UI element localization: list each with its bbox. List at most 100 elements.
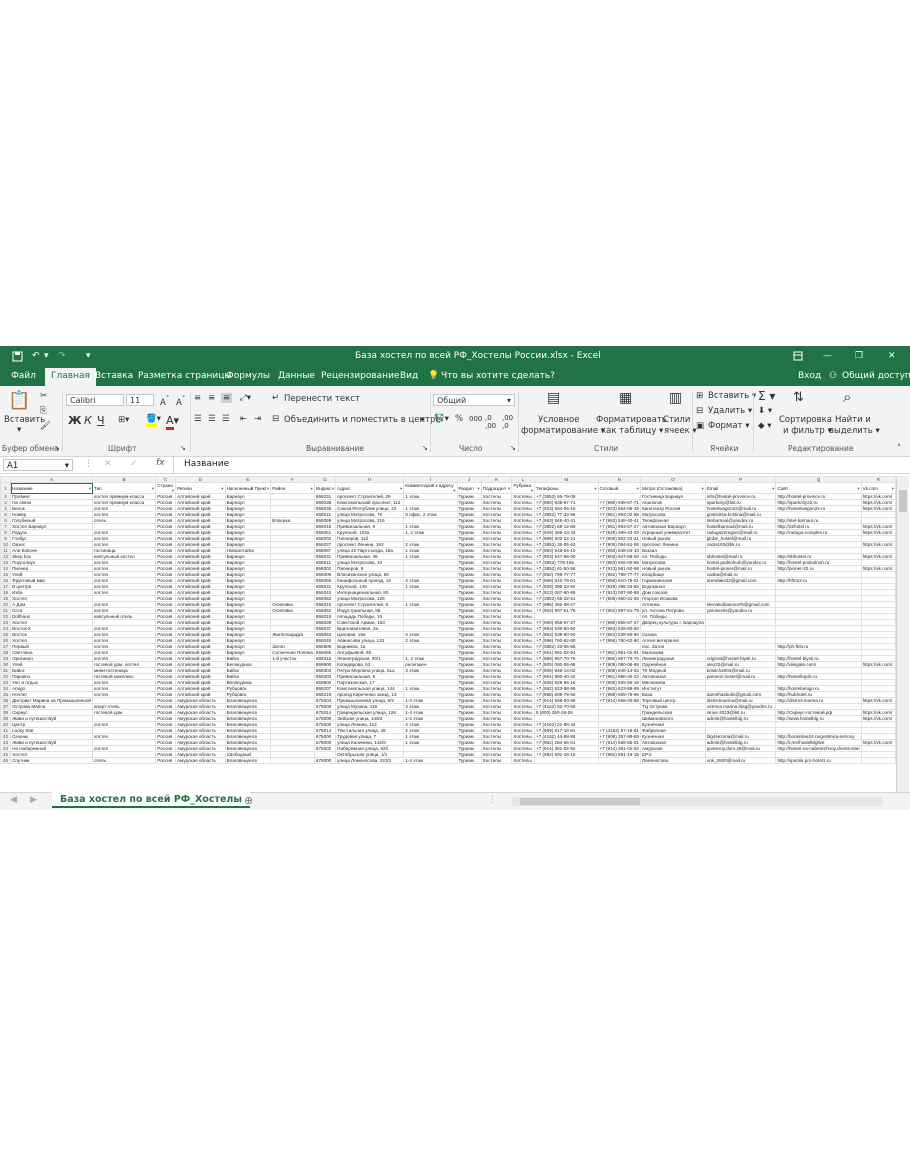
format-as-table-button[interactable]: Форматировать: [596, 415, 667, 425]
table-cell[interactable]: Хостелы: [511, 667, 536, 674]
table-cell[interactable]: +7 (913) 561-50-58: [597, 565, 641, 572]
header-cell[interactable]: Раздел ▾: [456, 482, 482, 494]
font-size-select[interactable]: 11: [126, 394, 154, 406]
table-cell[interactable]: Хостелы: [511, 661, 536, 668]
align-top-icon[interactable]: ≡: [194, 393, 201, 403]
fill-color-icon[interactable]: 🪣▾: [146, 414, 161, 427]
table-cell[interactable]: +7 (4162) 57-18-81: [597, 727, 641, 734]
table-cell[interactable]: Хостелы: [511, 511, 536, 518]
table-cell[interactable]: https://vk.com/: [860, 499, 896, 506]
table-cell[interactable]: Хостелы: [511, 637, 536, 644]
signin-link[interactable]: Вход: [798, 371, 821, 381]
table-cell[interactable]: https://vk.com/: [860, 493, 896, 500]
table-cell[interactable]: +7 (961) 993-02-88: [597, 511, 641, 518]
find-select-button-line2[interactable]: выделить ▾: [829, 426, 880, 436]
table-cell[interactable]: Хостелы: [511, 685, 536, 692]
table-cell[interactable]: Комсомольский проспект, 112: [335, 499, 405, 506]
table-cell[interactable]: Хостелы: [511, 691, 536, 698]
redo-icon[interactable]: ↷: [58, 351, 66, 361]
table-cell[interactable]: проезд Кириченко заезд, 13: [335, 691, 405, 698]
copy-icon[interactable]: ⎘: [40, 406, 47, 416]
table-cell[interactable]: http://booknline24.ru/gostinica-sezony: [775, 733, 862, 740]
filter-dropdown-icon[interactable]: ▾: [172, 488, 174, 493]
italic-icon[interactable]: К: [84, 414, 92, 427]
table-cell[interactable]: https://vk.com/: [860, 505, 896, 512]
table-cell[interactable]: +7 (905) 080-06-68: [597, 661, 641, 668]
table-cell[interactable]: +7 (923) 654-05-15: [597, 505, 641, 512]
table-cell[interactable]: +7 (914) 381-02-92: [597, 745, 641, 752]
filter-dropdown-icon[interactable]: ▾: [221, 486, 223, 491]
number-launcher-icon[interactable]: ↘: [510, 444, 516, 452]
header-cell[interactable]: Vk.com ▾: [860, 482, 896, 494]
table-cell[interactable]: Хостелы: [511, 529, 536, 536]
scroll-thumb[interactable]: [520, 798, 640, 805]
align-left-icon[interactable]: ☰: [194, 414, 202, 424]
restore-icon[interactable]: ❐: [855, 351, 863, 361]
table-cell[interactable]: https://vk.com/: [860, 523, 896, 530]
table-cell[interactable]: elenakolbasova75@gmail.com: [704, 601, 777, 608]
cancel-formula-icon[interactable]: ✕: [104, 459, 112, 469]
table-cell[interactable]: Россия: [155, 757, 177, 764]
paste-dropdown-icon[interactable]: ▾: [17, 425, 21, 435]
table-cell[interactable]: +7 (960) 958-67-27: [597, 619, 641, 626]
table-cell[interactable]: +7 (960) 939-67-71: [597, 499, 641, 506]
align-center-icon[interactable]: ☰: [208, 414, 216, 424]
conditional-format-icon[interactable]: ▤: [547, 390, 560, 406]
filter-dropdown-icon[interactable]: ▾: [267, 486, 269, 491]
table-cell[interactable]: Хостелы: [511, 679, 536, 686]
underline-icon[interactable]: Ч: [97, 414, 105, 427]
percent-icon[interactable]: %: [455, 414, 463, 424]
header-cell[interactable]: Комментарий к адресу ▾: [403, 482, 458, 494]
table-cell[interactable]: +7 (902) 997-51-79: [597, 607, 641, 614]
header-cell[interactable]: Сайт ▾: [775, 482, 862, 494]
table-cell[interactable]: Хостелы: [511, 493, 536, 500]
table-cell[interactable]: улица Ломоносова, 223/1: [335, 757, 405, 764]
header-cell[interactable]: Индекс ▾: [313, 482, 337, 494]
format-as-table-icon[interactable]: ▦: [619, 390, 632, 406]
table-cell[interactable]: Хостелы: [511, 757, 536, 764]
cut-icon[interactable]: ✂: [40, 391, 47, 401]
filter-dropdown-icon[interactable]: ▾: [772, 486, 774, 491]
collapse-ribbon-icon[interactable]: ˄: [897, 444, 901, 454]
table-cell[interactable]: vnk_2800@mail.ru: [704, 757, 777, 764]
format-cells-button[interactable]: Формат ▾: [708, 421, 749, 431]
row-header[interactable]: 46: [0, 757, 12, 764]
table-cell[interactable]: +7 (929) 399-23-33: [597, 529, 641, 536]
accounting-format-icon[interactable]: 💱▾: [434, 414, 449, 424]
table-cell[interactable]: Хостелы: [511, 535, 536, 542]
horizontal-scrollbar[interactable]: [512, 797, 882, 806]
table-cell[interactable]: Хостелы: [511, 739, 536, 746]
table-cell[interactable]: Благовещенск: [224, 757, 272, 764]
table-cell[interactable]: https://vk.com/: [860, 565, 896, 572]
table-cell[interactable]: +7 (929) 396-33-92: [597, 583, 641, 590]
table-cell[interactable]: +7 (958) 810-76-01: [597, 577, 641, 584]
filter-dropdown-icon[interactable]: ▾: [508, 486, 510, 491]
font-color-icon[interactable]: A▾: [166, 414, 179, 430]
tab-review[interactable]: Рецензирование: [321, 371, 399, 381]
table-cell[interactable]: Хостелы: [511, 499, 536, 506]
header-cell[interactable]: Регион ▾: [175, 482, 226, 494]
table-cell[interactable]: +7 (909) 502-22-21: [597, 535, 641, 542]
row-header[interactable]: 1: [0, 482, 12, 494]
table-cell[interactable]: Амурская область: [175, 757, 226, 764]
table-cell[interactable]: Хостелы: [511, 625, 536, 632]
header-cell[interactable]: Населенный Пункт ▾: [224, 482, 272, 494]
table-cell[interactable]: hostel.podsolnuh@yandex.ru: [704, 559, 777, 566]
table-cell[interactable]: Хостелы: [511, 655, 536, 662]
table-cell[interactable]: +7 (961) 980-40-22: [597, 673, 641, 680]
header-cell[interactable]: Подраздел ▾: [480, 482, 513, 494]
table-cell[interactable]: +7 (906) 960-31-08: [597, 595, 641, 602]
table-cell[interactable]: Хостелы: [511, 517, 536, 524]
table-cell[interactable]: +7 (963) 548-04-10: [597, 547, 641, 554]
table-cell[interactable]: https://vk.com/: [860, 541, 896, 548]
orientation-icon[interactable]: ⤢▾: [240, 393, 251, 403]
table-cell[interactable]: +7 (906) 946-14-02: [597, 667, 641, 674]
conditional-format-button[interactable]: Условное: [538, 415, 579, 425]
filter-dropdown-icon[interactable]: ▾: [857, 486, 859, 491]
increase-font-icon[interactable]: A˄: [160, 394, 169, 408]
sort-filter-button[interactable]: Сортировка: [779, 415, 832, 425]
table-cell[interactable]: 675000: [313, 757, 337, 764]
share-button[interactable]: Общий доступ: [842, 371, 910, 381]
fill-icon[interactable]: ⬇ ▾: [758, 406, 772, 416]
table-cell[interactable]: Хостелы: [511, 745, 536, 752]
